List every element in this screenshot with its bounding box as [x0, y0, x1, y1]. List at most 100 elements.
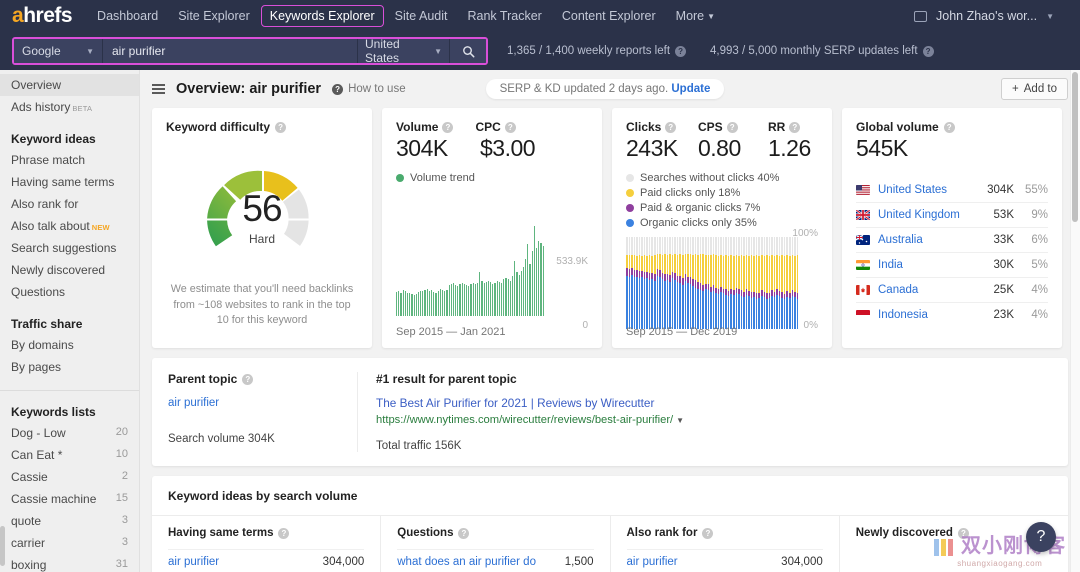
clicks-stacked-bars [626, 237, 798, 329]
parent-topic-keyword[interactable]: air purifier [168, 397, 341, 409]
list-item[interactable]: carrier3 [0, 532, 139, 554]
keyword-link[interactable]: air purifier [168, 556, 219, 568]
list-item[interactable]: Cassie machine15 [0, 488, 139, 510]
sidebar-item-ads-history[interactable]: Ads history BETA [0, 96, 139, 118]
stack-segment [674, 273, 676, 280]
nav-item-dashboard[interactable]: Dashboard [88, 5, 167, 27]
sidebar-item-also-rank-for[interactable]: Also rank for [0, 193, 139, 215]
gv-country-name[interactable]: India [878, 259, 974, 271]
bar [512, 276, 513, 316]
nav-item-keywords-explorer[interactable]: Keywords Explorer [261, 5, 384, 27]
gv-country-row[interactable]: Indonesia23K4% [856, 303, 1048, 327]
bar [499, 282, 500, 316]
help-icon[interactable]: ? [702, 528, 713, 539]
sidebar-item-overview[interactable]: Overview [0, 74, 139, 96]
stack-segment [687, 283, 689, 329]
gv-country-row[interactable]: United States304K55% [856, 178, 1048, 203]
stack-segment [679, 254, 681, 276]
gv-country-name[interactable]: United States [878, 184, 974, 196]
volume-label: Volume [396, 120, 438, 134]
gv-country-name[interactable]: Indonesia [878, 309, 974, 321]
help-icon[interactable]: ? [789, 122, 800, 133]
help-icon[interactable]: ? [727, 122, 738, 133]
how-to-use-link[interactable]: ? How to use [332, 83, 406, 95]
stack-segment [708, 237, 710, 254]
stack-segment [662, 279, 664, 329]
stacked-bar [733, 237, 735, 329]
sidebar-item-newly-discovered[interactable]: Newly discovered [0, 259, 139, 281]
help-icon[interactable]: ? [242, 374, 253, 385]
list-item[interactable]: boxing31 [0, 554, 139, 572]
stacked-bar [774, 237, 776, 329]
sidebar-scrollbar[interactable] [0, 526, 5, 566]
stacked-bar [685, 237, 687, 329]
keyword-link[interactable]: air purifier [627, 556, 678, 568]
stack-segment [651, 237, 653, 256]
stack-segment [776, 255, 778, 289]
sidebar-item-also-talk-about[interactable]: Also talk about NEW [0, 215, 139, 237]
add-to-button[interactable]: + Add to [1001, 78, 1068, 100]
nav-item-site-explorer[interactable]: Site Explorer [169, 5, 259, 27]
sidebar-item-phrase-match[interactable]: Phrase match [0, 149, 139, 171]
help-icon[interactable]: ? [458, 528, 469, 539]
parent-topic-search-volume: Search volume 304K [168, 433, 341, 445]
stack-segment [786, 297, 788, 329]
list-item[interactable]: Can Eat *10 [0, 444, 139, 466]
stack-segment [644, 237, 646, 255]
stack-segment [748, 237, 750, 256]
stack-segment [682, 285, 684, 329]
serp-update-link[interactable]: Update [671, 83, 710, 95]
workspace-selector[interactable]: John Zhao's wor... ▼ [914, 9, 1068, 23]
stacked-bar [629, 237, 631, 329]
ahrefs-logo[interactable]: ahrefs [12, 4, 72, 28]
nav-item-more[interactable]: More▼ [667, 5, 724, 27]
stack-segment [753, 237, 755, 256]
gv-country-row[interactable]: Canada25K4% [856, 278, 1048, 303]
sidebar-item-questions[interactable]: Questions [0, 281, 139, 303]
help-icon[interactable]: ? [675, 46, 686, 57]
stack-segment [626, 237, 628, 255]
gv-country-row[interactable]: Australia33K6% [856, 228, 1048, 253]
serp-result-title[interactable]: The Best Air Purifier for 2021 | Reviews… [376, 396, 1052, 410]
volume-cpc-card: Volume ? CPC ? 304K $3.00 Volume trend [382, 108, 602, 348]
gv-country-name[interactable]: Canada [878, 284, 974, 296]
menu-icon[interactable] [152, 84, 165, 94]
clicks-card: Clicks ? CPS ? RR ? 243K 0.80 1.26 [612, 108, 832, 348]
help-icon[interactable]: ? [275, 122, 286, 133]
help-icon[interactable]: ? [665, 122, 676, 133]
country-select[interactable]: United States ▼ [357, 39, 449, 63]
help-icon[interactable]: ? [278, 528, 289, 539]
list-item[interactable]: Dog - Low20 [0, 422, 139, 444]
sidebar-item-search-suggestions[interactable]: Search suggestions [0, 237, 139, 259]
help-icon[interactable]: ? [442, 122, 453, 133]
help-icon[interactable]: ? [958, 528, 969, 539]
list-item[interactable]: quote3 [0, 510, 139, 532]
help-button[interactable]: ? [1026, 522, 1056, 552]
stack-segment [710, 292, 712, 329]
search-button[interactable] [449, 39, 486, 63]
main-scrollbar-thumb[interactable] [1072, 72, 1078, 222]
help-icon[interactable]: ? [923, 46, 934, 57]
keyword-link[interactable]: what does an air purifier do [397, 556, 536, 568]
list-item[interactable]: Cassie2 [0, 466, 139, 488]
search-engine-select[interactable]: Google ▼ [14, 39, 102, 63]
gv-country-row[interactable]: United Kingdom53K9% [856, 203, 1048, 228]
nav-item-site-audit[interactable]: Site Audit [386, 5, 457, 27]
nav-item-rank-tracker[interactable]: Rank Tracker [459, 5, 551, 27]
chevron-down-icon[interactable]: ▼ [676, 416, 684, 425]
gv-country-name[interactable]: United Kingdom [878, 209, 974, 221]
sidebar-item-by-domains[interactable]: By domains [0, 334, 139, 356]
quota-weekly-text: 1,365 / 1,400 weekly reports left [507, 45, 670, 57]
gv-country-name[interactable]: Australia [878, 234, 974, 246]
search-input[interactable] [102, 39, 357, 63]
bar [532, 251, 533, 316]
help-icon[interactable]: ? [505, 122, 516, 133]
column-header: Questions ? [397, 516, 593, 549]
list-label: Can Eat * [11, 448, 62, 462]
stack-segment [715, 255, 717, 287]
sidebar-item-by-pages[interactable]: By pages [0, 356, 139, 378]
nav-item-content-explorer[interactable]: Content Explorer [553, 5, 665, 27]
gv-country-row[interactable]: India30K5% [856, 253, 1048, 278]
help-icon[interactable]: ? [944, 122, 955, 133]
sidebar-item-having-same-terms[interactable]: Having same terms [0, 171, 139, 193]
